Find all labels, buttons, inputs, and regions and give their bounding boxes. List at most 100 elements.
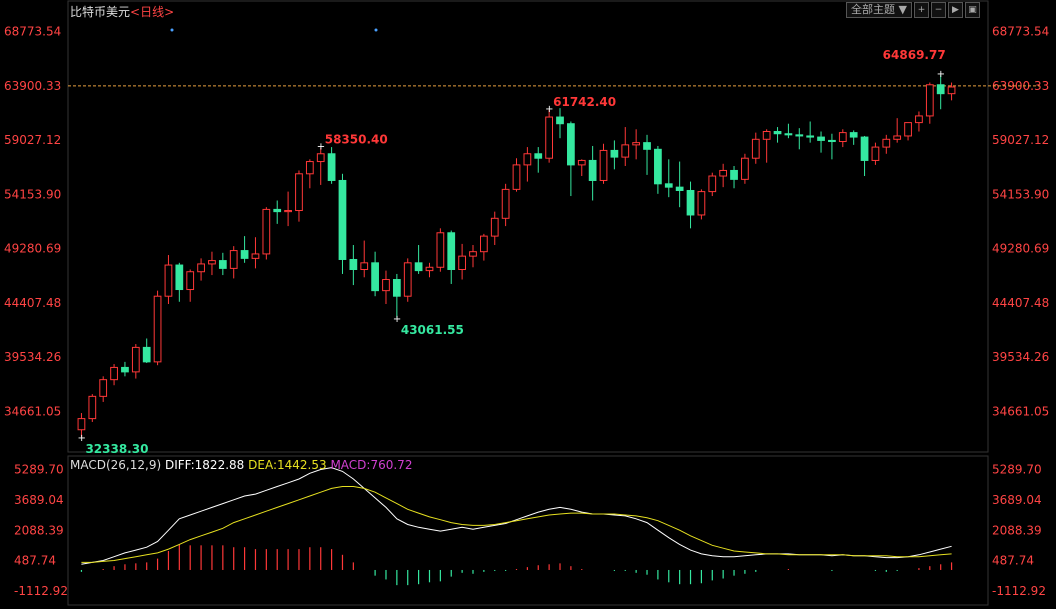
candle-body <box>382 279 390 292</box>
candle-body <box>360 262 369 270</box>
candle-body <box>425 266 434 272</box>
candle-body <box>610 149 619 158</box>
candle-body <box>741 157 749 180</box>
candle-body <box>838 132 847 143</box>
candle-body <box>77 418 86 431</box>
candle-body <box>730 169 738 180</box>
candle-body <box>490 217 499 237</box>
candle-body <box>654 148 662 185</box>
candle-body <box>567 123 575 166</box>
candle-body <box>197 263 205 273</box>
annotations-layer: +58350.40+61742.40+64869.77+32338.30+430… <box>77 28 946 456</box>
candle-body <box>349 258 358 270</box>
price-annotation-low2: 43061.55 <box>401 323 464 337</box>
macd-tick-label-right: 5289.70 <box>992 463 1042 477</box>
macd-tick-label-right: -1112.92 <box>992 584 1046 598</box>
candle-body <box>795 134 804 137</box>
candle-body <box>164 264 173 297</box>
candle-body <box>479 235 488 253</box>
zoom-out-icon[interactable]: − <box>930 2 946 18</box>
chart-frame <box>67 0 989 606</box>
chart-root: 68773.54 68773.54 63900.33 63900.33 59027.12… <box>0 0 1056 609</box>
macd-histogram <box>80 544 953 586</box>
candle-body <box>599 149 608 181</box>
candle-body <box>751 138 760 159</box>
macd-tick-label-left: 2088.39 <box>14 523 64 537</box>
price-tick-label-right: 68773.54 <box>992 25 1049 39</box>
zoom-in-icon[interactable]: + <box>913 2 929 18</box>
price-tick-label-right: 49280.69 <box>992 242 1049 256</box>
price-panel-border <box>67 0 989 453</box>
candle-body <box>186 271 195 291</box>
price-tick-label-left: 68773.54 <box>4 25 61 39</box>
candle-body <box>175 264 184 291</box>
candle-body <box>849 132 858 138</box>
candlestick-chart[interactable]: 68773.54 68773.5463900.33 63900.3359027.12… <box>0 0 1056 609</box>
candle-body <box>392 279 401 297</box>
macd-tick-label-right: 2088.39 <box>992 523 1042 537</box>
candle-body <box>925 84 934 117</box>
macd-tick-label-left: 5289.70 <box>14 463 64 477</box>
price-tick-label-left: 39534.26 <box>4 350 61 364</box>
price-annotation-high1: 58350.40 <box>325 133 388 147</box>
candle-body <box>675 186 684 191</box>
candle-body <box>871 146 880 161</box>
screen-icon[interactable]: ▣ <box>964 2 980 18</box>
candle-body <box>403 262 412 297</box>
candle-body <box>110 366 118 381</box>
candle-body <box>882 138 891 148</box>
candle-body <box>338 179 347 260</box>
price-tick-label-left: 49280.69 <box>4 242 61 256</box>
candle-body <box>208 260 216 265</box>
macd-legend: MACD(26,12,9) DIFF:1822.88 DEA:1442.53 M… <box>70 458 412 472</box>
candle-body <box>251 253 260 259</box>
candle-body <box>915 115 923 124</box>
candle-body <box>762 131 771 140</box>
price-tick-label-right: 59027.12 <box>992 133 1049 147</box>
price-tick-label-left: 44407.48 <box>4 296 61 310</box>
candle-body <box>469 251 477 257</box>
candle-body <box>806 135 815 138</box>
candle-body <box>784 133 793 136</box>
event-dot <box>374 28 378 32</box>
candle-body <box>632 142 641 146</box>
price-tick-label-right: 54153.90 <box>992 187 1049 201</box>
candle-body <box>904 122 912 137</box>
candle-body <box>240 250 249 259</box>
candle-body <box>545 116 554 159</box>
price-annotation-high2: 61742.40 <box>553 95 616 109</box>
candle-body <box>121 366 129 373</box>
step-forward-icon[interactable]: ▶ <box>947 2 963 18</box>
macd-tick-label-left: 487.74 <box>14 554 56 568</box>
macd-tick-label-right: 487.74 <box>992 554 1034 568</box>
candle-body <box>577 159 586 166</box>
candle-body <box>447 232 456 270</box>
price-annotation-high3: 64869.77 <box>883 48 946 62</box>
price-tick-label-right: 39534.26 <box>992 350 1049 364</box>
candle-body <box>643 142 651 150</box>
theme-select[interactable]: 全部主题 ▼ <box>846 2 912 18</box>
candle-body <box>99 379 108 397</box>
candle-body <box>893 135 902 140</box>
candle-body <box>327 153 336 181</box>
price-tick-label-left: 34661.05 <box>4 404 61 418</box>
candle-body <box>719 169 728 177</box>
candle-body <box>588 159 597 181</box>
candle-body <box>371 262 379 292</box>
candle-body <box>817 136 825 141</box>
candle-body <box>936 84 945 95</box>
candle-body <box>458 255 466 270</box>
candle-body <box>828 139 836 143</box>
event-dot <box>170 28 174 32</box>
candle-body <box>556 116 564 125</box>
candle-body <box>88 395 97 420</box>
price-tick-label-left: 54153.90 <box>4 187 61 201</box>
candle-body <box>142 346 151 363</box>
candle-body <box>284 210 292 213</box>
candle-body <box>664 183 673 188</box>
price-annotation-low1: 32338.30 <box>85 442 148 456</box>
candle-body <box>686 189 695 216</box>
candle-body <box>305 161 314 175</box>
candle-body <box>131 346 140 373</box>
price-tick-label-right: 34661.05 <box>992 404 1049 418</box>
